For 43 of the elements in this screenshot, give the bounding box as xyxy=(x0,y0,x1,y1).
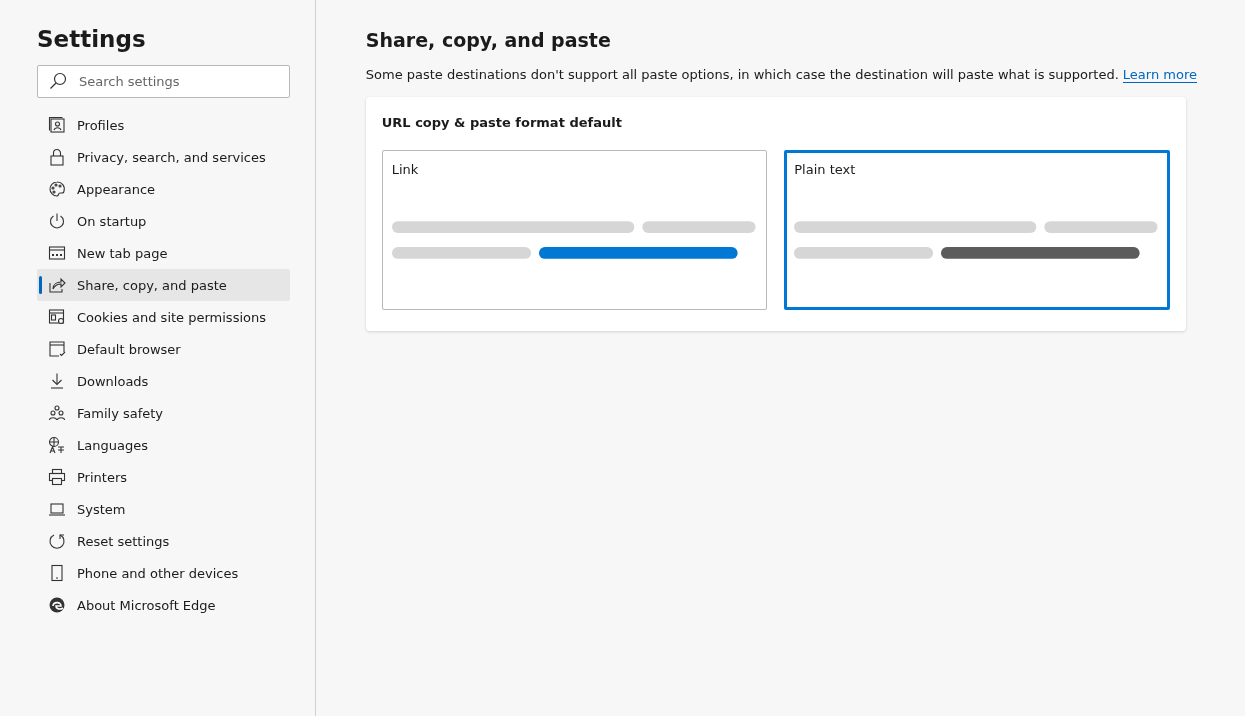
languages-icon xyxy=(48,436,66,454)
sidebar-item[interactable]: On startup xyxy=(37,205,290,237)
sidebar-item[interactable]: Phone and other devices xyxy=(37,557,290,589)
sidebar-item[interactable]: About Microsoft Edge xyxy=(37,589,290,621)
phone-icon xyxy=(48,564,66,582)
search-field[interactable]: Search settings xyxy=(37,65,290,98)
page-title: Share, copy, and paste xyxy=(365,29,612,51)
power-icon xyxy=(48,212,66,230)
edge-icon xyxy=(48,596,66,614)
family-icon xyxy=(48,404,66,422)
printer-icon xyxy=(48,468,66,486)
sidebar-item[interactable]: New tab page xyxy=(37,237,290,269)
sidebar-item[interactable]: Default browser xyxy=(37,333,290,365)
sidebar-item[interactable]: Family safety xyxy=(37,397,290,429)
browser-check-icon xyxy=(48,340,66,358)
reset-icon xyxy=(48,532,66,550)
sidebar-item[interactable]: Profiles xyxy=(37,109,290,141)
sidebar-item[interactable]: Printers xyxy=(37,461,290,493)
format-option[interactable]: Plain text xyxy=(784,150,1170,310)
palette-icon xyxy=(48,180,66,198)
sidebar-item[interactable]: Downloads xyxy=(37,365,290,397)
window-icon xyxy=(48,244,66,262)
sidebar-item[interactable]: Reset settings xyxy=(37,525,290,557)
laptop-icon xyxy=(48,500,66,518)
sidebar-item[interactable]: System xyxy=(37,493,290,525)
sidebar-item[interactable]: Cookies and site permissions xyxy=(37,301,290,333)
cookie-settings-icon xyxy=(48,308,66,326)
share-icon xyxy=(48,276,66,294)
settings-title: Settings xyxy=(37,26,147,52)
search-icon xyxy=(49,72,67,90)
lock-icon xyxy=(48,148,66,166)
format-option[interactable]: Link xyxy=(381,150,768,310)
learn-more-link[interactable]: Learn more xyxy=(1122,67,1197,83)
download-icon xyxy=(48,372,66,390)
sidebar-item[interactable]: Appearance xyxy=(37,173,290,205)
sidebar-item[interactable]: Share, copy, and paste xyxy=(37,269,290,301)
option-label: Plain text xyxy=(794,162,857,177)
option-label: Link xyxy=(391,162,420,177)
description-text: Some paste destinations don't support all paste options, in which case the destination will paste what is supported. xyxy=(365,67,1119,83)
profile-icon xyxy=(48,116,66,134)
sidebar-item[interactable]: Languages xyxy=(37,429,290,461)
card-title: URL copy & paste format default xyxy=(381,115,623,130)
sidebar-item[interactable]: Privacy, search, and services xyxy=(37,141,290,173)
